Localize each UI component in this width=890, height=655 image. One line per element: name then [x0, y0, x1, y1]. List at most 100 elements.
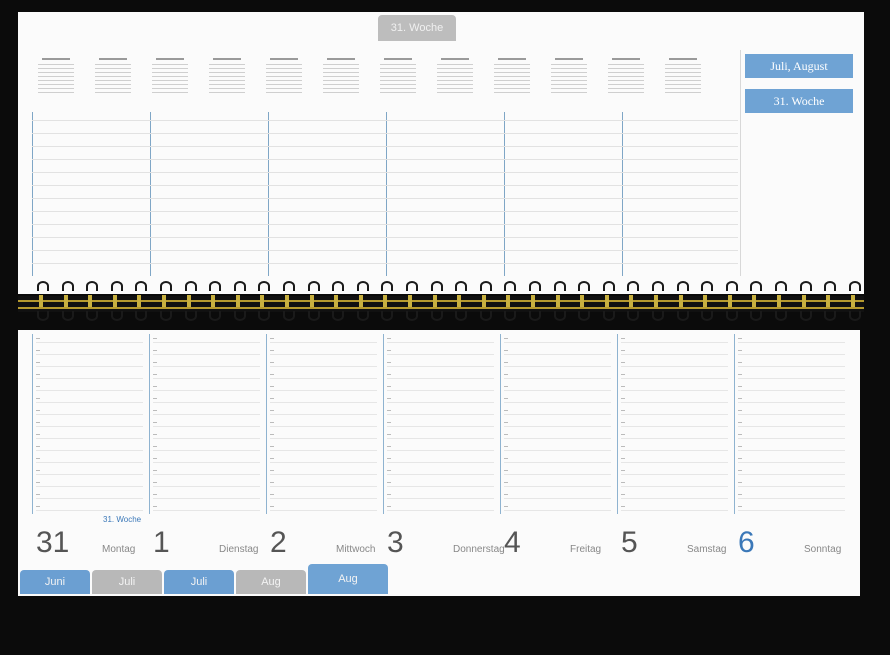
spiral-ring [503, 281, 517, 321]
spiral-ring [676, 281, 689, 321]
day-number: 4 [504, 526, 521, 559]
ruled-line [32, 172, 738, 173]
spiral-ring [577, 281, 591, 321]
mini-month-calendar [492, 50, 532, 105]
spiral-ring [430, 281, 443, 321]
day-column [383, 334, 498, 514]
spiral-ring [823, 281, 837, 321]
mini-month-calendar [93, 50, 133, 105]
ruled-line [32, 120, 738, 121]
spiral-ring [454, 281, 468, 321]
top-week-columns [32, 112, 738, 276]
spiral-ring [61, 281, 74, 321]
ruled-line [32, 224, 738, 225]
month-tab[interactable]: Juni [20, 570, 90, 594]
month-tab[interactable]: Juli [92, 570, 162, 594]
spiral-ring [208, 281, 222, 321]
ruled-line [32, 159, 738, 160]
day-name: Mittwoch [336, 544, 376, 555]
spiral-ring [651, 281, 664, 321]
day-column [149, 334, 264, 514]
spiral-ring [774, 281, 787, 321]
spiral-ring [257, 281, 271, 321]
spiral-ring [602, 281, 615, 321]
day-name: Dienstag [219, 544, 259, 555]
week-badge: 31. Woche [745, 89, 853, 113]
mini-month-calendar [36, 50, 76, 105]
spiral-ring [848, 281, 861, 321]
photo-bottom-edge [0, 598, 890, 655]
ruled-line [32, 146, 738, 147]
mini-month-calendar [606, 50, 646, 105]
spiral-ring [159, 281, 172, 321]
week-column-divider [150, 112, 151, 276]
day-number: 31 [36, 526, 70, 559]
mini-month-calendar [321, 50, 361, 105]
spiral-ring [110, 281, 123, 321]
spiral-ring [479, 281, 492, 321]
month-tab[interactable]: Aug [308, 564, 388, 594]
ruled-line [32, 198, 738, 199]
day-name: Freitag [570, 544, 602, 555]
week-column-divider [32, 112, 33, 276]
day-number: 1 [153, 526, 170, 559]
spiral-ring [380, 281, 394, 321]
spiral-ring [799, 281, 812, 321]
day-column [734, 334, 849, 514]
day-column [32, 334, 147, 514]
spiral-ring [307, 281, 320, 321]
mini-month-calendar [378, 50, 418, 105]
spiral-ring [184, 281, 197, 321]
day-number: 5 [621, 526, 638, 559]
spiral-rings [18, 280, 864, 330]
day-number: 3 [387, 526, 404, 559]
week-label-small: 31. Woche [103, 515, 142, 524]
month-tabs: Juni Juli Juli Aug Aug [20, 564, 388, 594]
spiral-ring [528, 281, 541, 321]
month-tab[interactable]: Juli [164, 570, 234, 594]
mini-month-calendar [549, 50, 589, 105]
mini-month-calendar [207, 50, 247, 105]
spiral-ring [331, 281, 345, 321]
spiral-ring [282, 281, 295, 321]
mini-month-calendar [264, 50, 304, 105]
spiral-ring [405, 281, 418, 321]
spiral-ring [36, 281, 49, 321]
spiral-ring [233, 281, 246, 321]
spiral-ring [553, 281, 566, 321]
spiral-ring [725, 281, 738, 321]
ruled-line [32, 237, 738, 238]
week-column-divider [268, 112, 269, 276]
week-column-divider [504, 112, 505, 276]
spiral-ring [85, 281, 99, 321]
month-badge: Juli, August [745, 54, 853, 78]
spiral-ring [749, 281, 763, 321]
day-name: Montag [102, 544, 136, 555]
ruled-line [32, 133, 738, 134]
spiral-ring [626, 281, 640, 321]
ruled-line [32, 250, 738, 251]
year-overview-mini-calendars [36, 50, 736, 112]
side-notes-panel [740, 50, 859, 276]
day-name: Donnerstag [453, 544, 505, 555]
day-name: Samstag [687, 544, 727, 555]
month-tab[interactable]: Aug [236, 570, 306, 594]
week-column-divider [386, 112, 387, 276]
day-column [617, 334, 732, 514]
mini-month-calendar [150, 50, 190, 105]
day-column [266, 334, 381, 514]
spiral-ring [700, 281, 714, 321]
mini-month-calendar [663, 50, 703, 105]
day-number: 2 [270, 526, 287, 559]
day-column [500, 334, 615, 514]
day-name: Sonntag [804, 544, 842, 555]
ruled-line [32, 263, 738, 264]
week-column-divider [622, 112, 623, 276]
day-number: 6 [738, 526, 755, 559]
ruled-line [32, 185, 738, 186]
mini-month-calendar [435, 50, 475, 105]
top-week-tab[interactable]: 31. Woche [378, 15, 456, 41]
spiral-ring [134, 281, 148, 321]
spiral-ring [356, 281, 369, 321]
ruled-line [32, 211, 738, 212]
